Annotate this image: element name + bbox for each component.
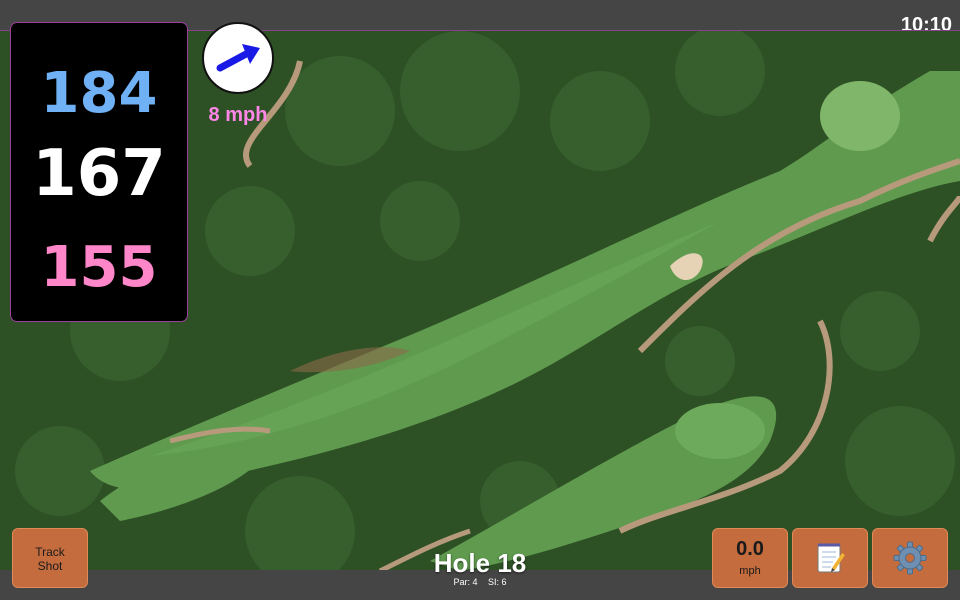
notepad-icon bbox=[817, 543, 845, 573]
wind-speed: 8 mph bbox=[208, 104, 268, 126]
arrow-up-right-icon bbox=[216, 44, 260, 72]
gear-icon bbox=[893, 541, 927, 575]
hole-meta: Par: 4 SI: 6 bbox=[380, 577, 580, 587]
hole-stroke-index: SI: 6 bbox=[488, 577, 507, 587]
notes-button[interactable] bbox=[792, 528, 868, 588]
wind-indicator[interactable] bbox=[202, 22, 274, 94]
back-distance: 184 bbox=[40, 61, 158, 126]
front-distance: 155 bbox=[40, 235, 158, 300]
middle-distance: 167 bbox=[32, 137, 166, 211]
hole-title: Hole 18 bbox=[433, 548, 527, 578]
track-shot-button[interactable]: Track Shot bbox=[12, 528, 88, 588]
distance-panel: 184 167 155 bbox=[10, 22, 188, 322]
speed-button[interactable]: 0.0 mph bbox=[712, 528, 788, 588]
speed-unit: mph bbox=[739, 565, 761, 577]
hole-par: Par: 4 bbox=[453, 577, 478, 587]
speed-value: 0.0 bbox=[736, 538, 764, 560]
settings-button[interactable] bbox=[872, 528, 948, 588]
track-shot-label: Track Shot bbox=[35, 545, 65, 573]
